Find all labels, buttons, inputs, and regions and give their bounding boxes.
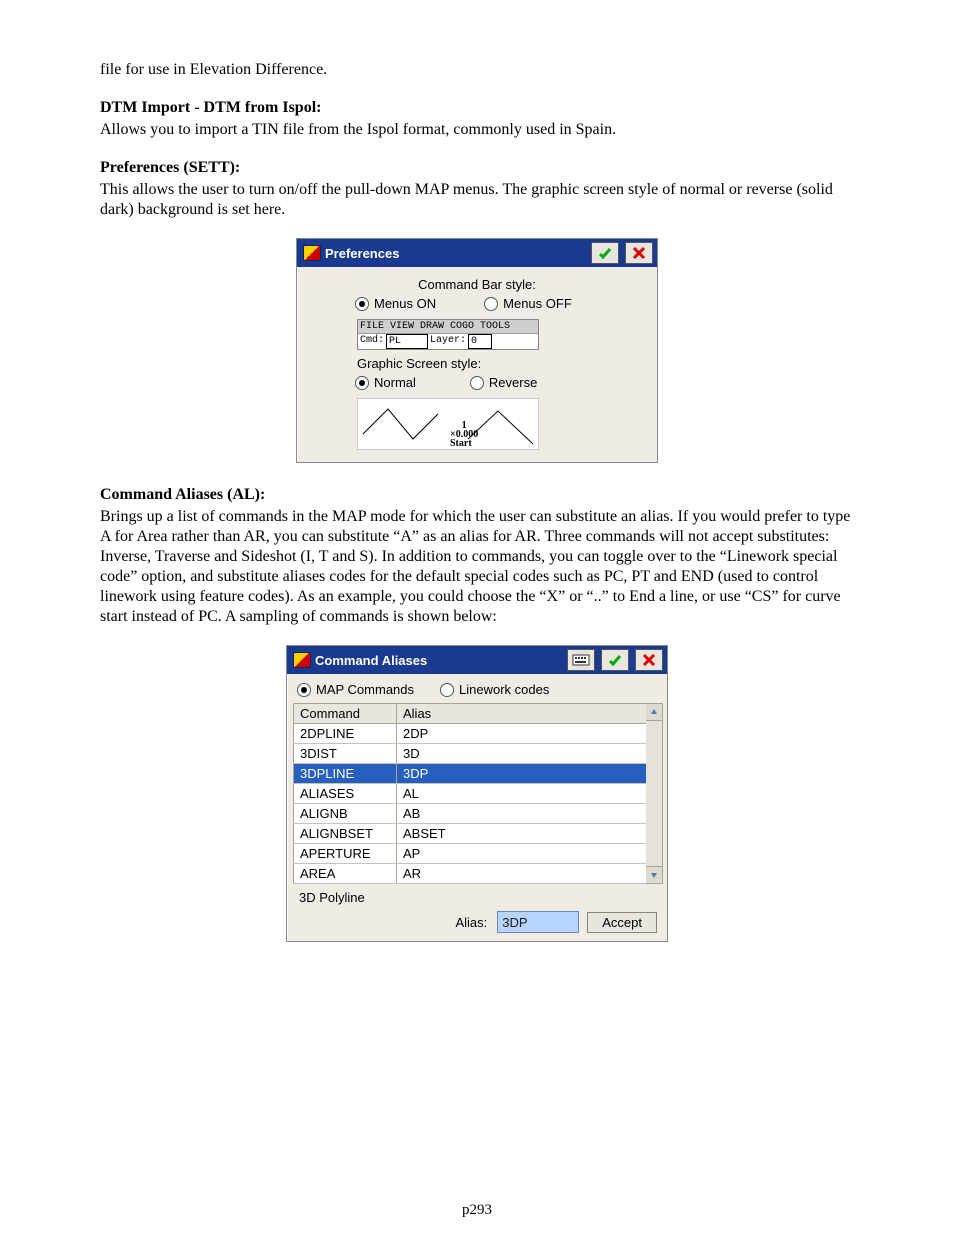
selection-status: 3D Polyline — [293, 884, 663, 905]
cell-command: 3DPLINE — [294, 764, 397, 784]
menus-off-radio[interactable]: Menus OFF — [484, 296, 572, 311]
cell-command: ALIGNBSET — [294, 824, 397, 844]
cell-alias: AP — [397, 844, 647, 864]
radio-dot-icon — [297, 683, 311, 697]
table-row[interactable]: 3DIST3D — [294, 744, 647, 764]
dtm-body: Allows you to import a TIN file from the… — [100, 120, 854, 140]
alias-input[interactable] — [497, 911, 579, 933]
cell-alias: 3DP — [397, 764, 647, 784]
col-alias-header[interactable]: Alias — [397, 704, 647, 724]
preview-menubar: FILE VIEW DRAW COGO TOOLS — [358, 320, 538, 334]
intro-text: file for use in Elevation Difference. — [100, 60, 854, 80]
linework-codes-radio[interactable]: Linework codes — [440, 682, 549, 697]
preview-layer-label: Layer: — [428, 334, 468, 349]
gp-line3: Start — [450, 439, 478, 448]
table-row[interactable]: ALIASESAL — [294, 784, 647, 804]
aliases-body: Brings up a list of commands in the MAP … — [100, 507, 854, 627]
cell-alias: 3D — [397, 744, 647, 764]
close-button[interactable] — [625, 242, 653, 264]
normal-radio[interactable]: Normal — [355, 375, 416, 390]
cell-alias: AR — [397, 864, 647, 884]
preview-layer-value: 0 — [468, 334, 492, 349]
table-row[interactable]: 2DPLINE2DP — [294, 724, 647, 744]
dtm-heading: DTM Import - DTM from Ispol: — [100, 98, 854, 118]
table-row[interactable]: AREAAR — [294, 864, 647, 884]
reverse-label: Reverse — [489, 375, 537, 390]
linework-codes-label: Linework codes — [459, 682, 549, 697]
aliases-table-wrap: Command Alias 2DPLINE2DP3DIST3D3DPLINE3D… — [293, 703, 663, 884]
table-row[interactable]: 3DPLINE3DP — [294, 764, 647, 784]
preview-cmd-label: Cmd: — [358, 334, 386, 349]
cell-alias: AB — [397, 804, 647, 824]
menus-off-label: Menus OFF — [503, 296, 572, 311]
cell-command: ALIASES — [294, 784, 397, 804]
radio-dot-icon — [355, 297, 369, 311]
cell-command: APERTURE — [294, 844, 397, 864]
menus-on-radio[interactable]: Menus ON — [355, 296, 436, 311]
ok-button[interactable] — [601, 649, 629, 671]
table-row[interactable]: ALIGNBSETABSET — [294, 824, 647, 844]
aliases-title: Command Aliases — [315, 653, 561, 668]
cell-alias: 2DP — [397, 724, 647, 744]
app-logo-icon — [303, 245, 321, 261]
radio-dot-icon — [470, 376, 484, 390]
map-commands-label: MAP Commands — [316, 682, 414, 697]
prefs-body: This allows the user to turn on/off the … — [100, 180, 854, 220]
reverse-radio[interactable]: Reverse — [470, 375, 537, 390]
table-scrollbar[interactable] — [646, 703, 663, 884]
prefs-heading: Preferences (SETT): — [100, 158, 854, 178]
normal-label: Normal — [374, 375, 416, 390]
command-bar-preview: FILE VIEW DRAW COGO TOOLS Cmd: PL Layer:… — [357, 319, 539, 350]
cell-command: 3DIST — [294, 744, 397, 764]
aliases-table[interactable]: Command Alias 2DPLINE2DP3DIST3D3DPLINE3D… — [293, 703, 647, 884]
graphic-screen-preview: 1 ×0.000 Start — [357, 398, 539, 450]
radio-dot-icon — [355, 376, 369, 390]
accept-button[interactable]: Accept — [587, 912, 657, 933]
radio-dot-icon — [484, 297, 498, 311]
command-bar-style-label: Command Bar style: — [305, 277, 649, 292]
table-row[interactable]: APERTUREAP — [294, 844, 647, 864]
cell-alias: ABSET — [397, 824, 647, 844]
close-button[interactable] — [635, 649, 663, 671]
cell-alias: AL — [397, 784, 647, 804]
cell-command: AREA — [294, 864, 397, 884]
graphic-screen-style-label: Graphic Screen style: — [357, 356, 649, 371]
radio-dot-icon — [440, 683, 454, 697]
scroll-up-icon[interactable] — [646, 704, 662, 721]
app-logo-icon — [293, 652, 311, 668]
map-commands-radio[interactable]: MAP Commands — [297, 682, 414, 697]
preferences-title: Preferences — [325, 246, 585, 261]
cell-command: 2DPLINE — [294, 724, 397, 744]
scroll-down-icon[interactable] — [646, 866, 662, 883]
aliases-titlebar: Command Aliases — [287, 646, 667, 674]
preferences-titlebar: Preferences — [297, 239, 657, 267]
alias-field-label: Alias: — [455, 915, 487, 930]
cell-command: ALIGNB — [294, 804, 397, 824]
table-row[interactable]: ALIGNBAB — [294, 804, 647, 824]
preferences-dialog: Preferences Command Bar style: Menus ON … — [296, 238, 658, 463]
ok-button[interactable] — [591, 242, 619, 264]
aliases-heading: Command Aliases (AL): — [100, 485, 854, 505]
menus-on-label: Menus ON — [374, 296, 436, 311]
preview-cmd-value: PL — [386, 334, 428, 349]
command-aliases-dialog: Command Aliases MAP Commands Linework co… — [286, 645, 668, 942]
col-command-header[interactable]: Command — [294, 704, 397, 724]
page-number: p293 — [100, 1202, 854, 1219]
keyboard-button[interactable] — [567, 649, 595, 671]
